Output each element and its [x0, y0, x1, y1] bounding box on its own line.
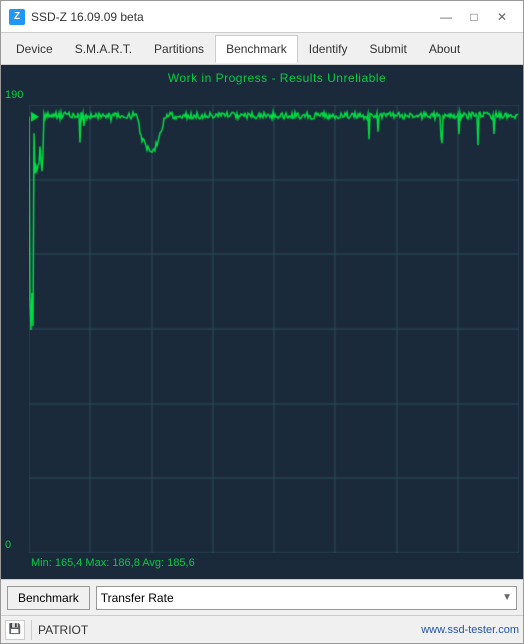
- statusbar-divider: [31, 620, 32, 640]
- titlebar: Z SSD-Z 16.09.09 beta — □ ✕: [1, 1, 523, 33]
- menu-item-about[interactable]: About: [418, 35, 471, 63]
- chart-area: Work in Progress - Results Unreliable 19…: [1, 65, 523, 579]
- benchmark-chart: [29, 105, 519, 553]
- benchmark-button[interactable]: Benchmark: [7, 586, 90, 610]
- chart-content: Work in Progress - Results Unreliable 19…: [1, 65, 523, 579]
- menu-item-partitions[interactable]: Partitions: [143, 35, 215, 63]
- chevron-down-icon: ▼: [502, 592, 512, 603]
- close-button[interactable]: ✕: [489, 7, 515, 27]
- y-axis-max: 190: [5, 89, 23, 101]
- bottom-toolbar: Benchmark Transfer Rate ▼: [1, 579, 523, 615]
- titlebar-left: Z SSD-Z 16.09.09 beta: [9, 9, 144, 25]
- titlebar-controls: — □ ✕: [433, 7, 515, 27]
- drive-icon: 💾: [5, 620, 25, 640]
- chart-container: 190 0 Min: 165,4 Max: 186,8 Avg: 185,6: [1, 87, 523, 573]
- statusbar: 💾 PATRIOT www.ssd-tester.com: [1, 615, 523, 643]
- main-window: Z SSD-Z 16.09.09 beta — □ ✕ Device S.M.A…: [0, 0, 524, 644]
- window-title: SSD-Z 16.09.09 beta: [31, 10, 144, 24]
- y-axis-min: 0: [5, 539, 11, 551]
- minimize-button[interactable]: —: [433, 7, 459, 27]
- website-url: www.ssd-tester.com: [421, 624, 519, 636]
- menu-item-identify[interactable]: Identify: [298, 35, 359, 63]
- menu-item-benchmark[interactable]: Benchmark: [215, 35, 298, 63]
- drive-name: PATRIOT: [38, 623, 88, 637]
- menu-item-submit[interactable]: Submit: [358, 35, 417, 63]
- app-icon: Z: [9, 9, 25, 25]
- maximize-button[interactable]: □: [461, 7, 487, 27]
- chart-stats: Min: 165,4 Max: 186,8 Avg: 185,6: [31, 557, 195, 569]
- menu-item-smart[interactable]: S.M.A.R.T.: [64, 35, 143, 63]
- menubar: Device S.M.A.R.T. Partitions Benchmark I…: [1, 33, 523, 65]
- transfer-rate-dropdown[interactable]: Transfer Rate ▼: [96, 586, 517, 610]
- dropdown-value: Transfer Rate: [101, 591, 174, 605]
- menu-item-device[interactable]: Device: [5, 35, 64, 63]
- chart-header: Work in Progress - Results Unreliable: [1, 69, 523, 87]
